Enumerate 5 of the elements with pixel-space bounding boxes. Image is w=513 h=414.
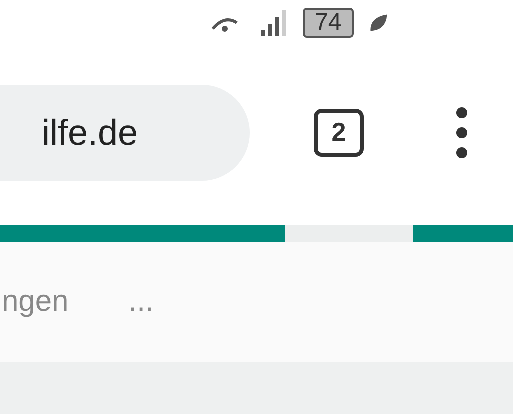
menu-icon[interactable] — [456, 106, 468, 158]
tab-count-button[interactable]: 2 — [314, 108, 364, 156]
battery-level: 74 — [303, 8, 354, 38]
signal-icon — [259, 8, 289, 38]
address-bar[interactable]: ilfe.de — [0, 84, 250, 180]
